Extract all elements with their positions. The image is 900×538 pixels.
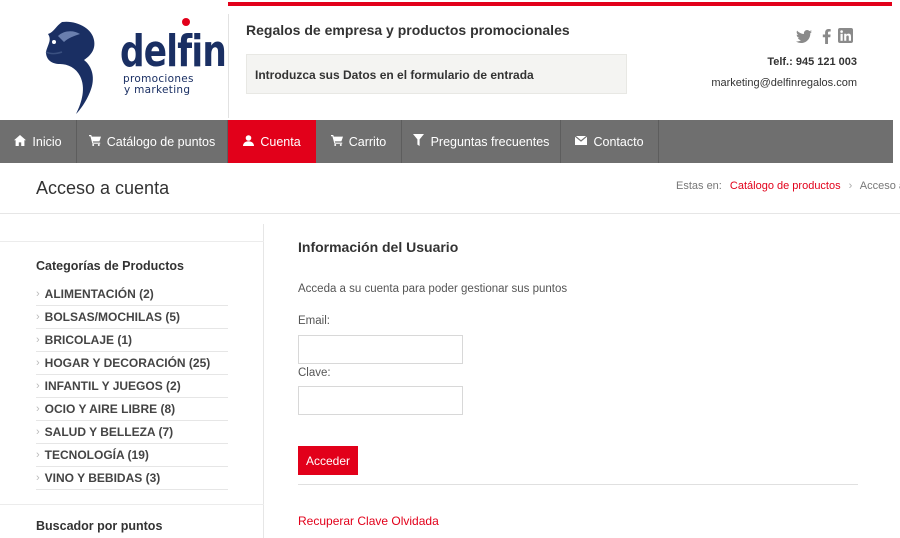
category-item[interactable]: › INFANTIL Y JUEGOS (2) (36, 375, 228, 398)
breadcrumb-link-catalogo[interactable]: Catálogo de productos (730, 180, 841, 192)
linkedin-icon[interactable] (838, 28, 853, 43)
sidebar-top-divider (0, 224, 264, 242)
nav-item-label: Carrito (348, 134, 387, 149)
chevron-right-icon: › (36, 403, 40, 415)
breadcrumb: Estas en: Catálogo de productos › Acceso… (676, 180, 900, 192)
logo[interactable]: delfin promociones y marketing (40, 16, 227, 116)
category-item[interactable]: › ALIMENTACIÓN (2) (36, 283, 228, 306)
site-header: delfin promociones y marketing Regalos d… (0, 6, 900, 120)
category-label: VINO Y BEBIDAS (3) (44, 471, 161, 485)
logo-name: delfin (120, 26, 227, 77)
home-icon (14, 134, 27, 149)
breadcrumb-current: Acceso a (859, 180, 900, 192)
nav-item-preguntas[interactable]: Preguntas frecuentes (402, 120, 561, 163)
category-label: SALUD Y BELLEZA (7) (44, 425, 174, 439)
chevron-right-icon: › (36, 357, 40, 369)
nav-item-label: Contacto (593, 134, 644, 149)
chevron-right-icon: › (36, 311, 40, 323)
nav-item-inicio[interactable]: Inicio (0, 120, 77, 163)
logo-accent-dot (182, 18, 190, 26)
chevron-right-icon: › (36, 472, 40, 484)
breadcrumb-prefix: Estas en: (676, 180, 722, 192)
site-slogan: Regalos de empresa y productos promocion… (246, 22, 570, 38)
sidebar-divider (0, 504, 264, 505)
nav-item-contacto[interactable]: Contacto (561, 120, 659, 163)
cart-icon (88, 134, 101, 149)
nav-item-catalogo[interactable]: Catálogo de puntos (77, 120, 228, 163)
category-item[interactable]: › SALUD Y BELLEZA (7) (36, 421, 228, 444)
nav-item-label: Catálogo de puntos (106, 134, 216, 149)
sidebar: Categorías de Productos › ALIMENTACIÓN (2… (0, 224, 264, 538)
nav-item-carrito[interactable]: Carrito (316, 120, 402, 163)
chevron-right-icon: › (36, 426, 40, 438)
nav-item-cuenta[interactable]: Cuenta (228, 120, 316, 163)
chevron-right-icon: › (36, 288, 40, 300)
breadcrumb-separator-icon: › (848, 180, 853, 192)
login-panel: Información del Usuario Acceda a su cuen… (298, 224, 858, 538)
category-item[interactable]: › OCIO Y AIRE LIBRE (8) (36, 398, 228, 421)
page-titlebar: Acceso a cuenta Estas en: Catálogo de pr… (0, 163, 900, 214)
contact-email[interactable]: marketing@delfinregalos.com (711, 77, 857, 89)
login-intro: Acceda a su cuenta para poder gestionar … (298, 283, 568, 295)
chevron-right-icon: › (36, 449, 40, 461)
login-notice: Introduzca sus Datos en el formulario de… (246, 54, 627, 94)
points-search-title: Buscador por puntos (36, 519, 163, 533)
recover-password-link[interactable]: Recuperar Clave Olvidada (298, 514, 439, 528)
email-field[interactable] (298, 335, 463, 364)
nav-item-label: Cuenta (260, 134, 301, 149)
cart-icon (330, 134, 343, 149)
password-label: Clave: (298, 367, 331, 379)
logo-wordmark: delfin promociones y marketing (120, 30, 256, 96)
category-item[interactable]: › VINO Y BEBIDAS (3) (36, 467, 228, 490)
nav-item-label: Preguntas frecuentes (430, 134, 550, 149)
category-label: ALIMENTACIÓN (2) (44, 287, 154, 301)
logo-subtitle-2: y marketing (124, 84, 191, 96)
facebook-icon[interactable] (818, 28, 834, 44)
category-list: › ALIMENTACIÓN (2) › BOLSAS/MOCHILAS (5) ›… (36, 283, 228, 490)
category-label: BRICOLAJE (1) (44, 333, 133, 347)
email-label: Email: (298, 315, 330, 327)
category-label: INFANTIL Y JUEGOS (2) (44, 379, 181, 393)
main-nav: Inicio Catálogo de puntos Cuenta Carrito… (0, 120, 893, 163)
section-title: Información del Usuario (298, 239, 459, 255)
phone-number: Telf.: 945 121 003 (767, 56, 857, 68)
nav-item-label: Inicio (32, 134, 62, 149)
chevron-right-icon: › (36, 334, 40, 346)
user-icon (242, 134, 254, 149)
page-title: Acceso a cuenta (36, 178, 170, 198)
password-field[interactable] (298, 386, 463, 415)
category-item[interactable]: › BOLSAS/MOCHILAS (5) (36, 306, 228, 329)
category-item[interactable]: › BRICOLAJE (1) (36, 329, 228, 352)
dolphin-logo-icon (45, 21, 95, 115)
categories-title: Categorías de Productos (36, 259, 184, 273)
category-label: HOGAR Y DECORACIÓN (25) (44, 356, 211, 370)
category-label: TECNOLOGÍA (19) (44, 448, 149, 462)
login-button[interactable]: Acceder (298, 446, 358, 475)
header-divider (228, 14, 229, 118)
form-divider (298, 484, 858, 485)
category-label: OCIO Y AIRE LIBRE (8) (44, 402, 176, 416)
twitter-icon[interactable] (796, 28, 812, 44)
category-label: BOLSAS/MOCHILAS (5) (44, 310, 181, 324)
category-item[interactable]: › TECNOLOGÍA (19) (36, 444, 228, 467)
chevron-right-icon: › (36, 380, 40, 392)
category-item[interactable]: › HOGAR Y DECORACIÓN (25) (36, 352, 228, 375)
envelope-icon (575, 135, 588, 148)
filter-icon (413, 134, 425, 149)
